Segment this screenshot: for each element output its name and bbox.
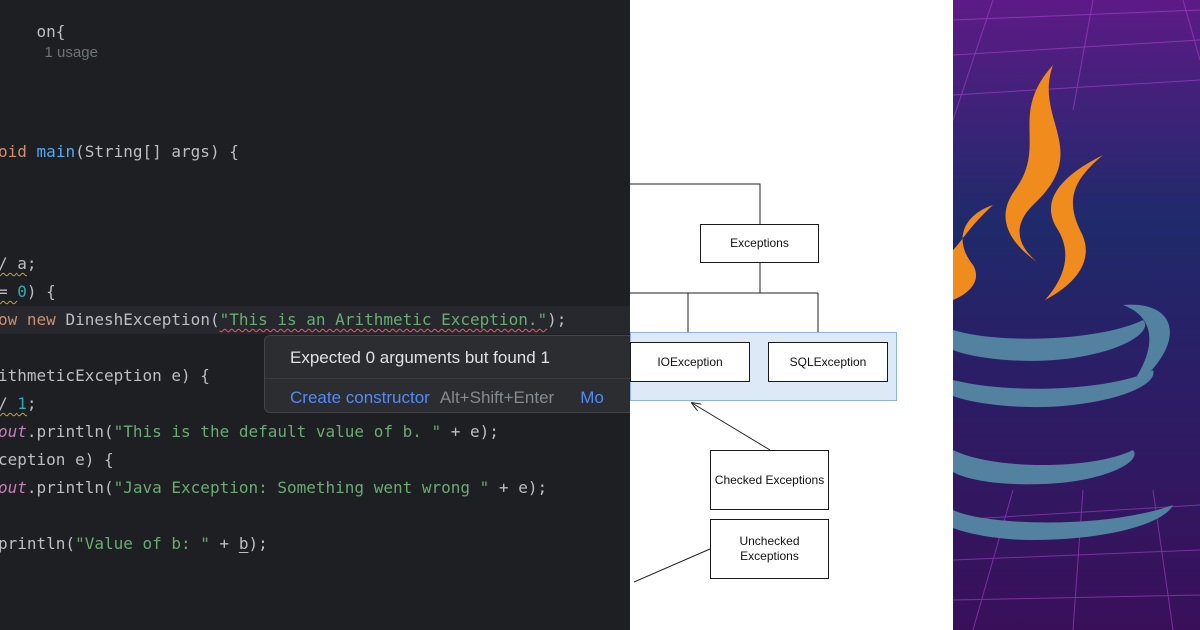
code-line-catch-generic[interactable]: ception e) { bbox=[0, 450, 114, 470]
code-line-division-2[interactable]: / 1; bbox=[0, 394, 37, 414]
more-actions-link[interactable]: Mo bbox=[580, 388, 604, 407]
shortcut-hint: Alt+Shift+Enter bbox=[439, 388, 555, 407]
error-tooltip-popup: Expected 0 arguments but found 1 Create … bbox=[264, 335, 630, 413]
code-line-condition[interactable]: = 0) { bbox=[0, 282, 56, 302]
string-literal: "Java Exception: Something went wrong " bbox=[113, 478, 490, 497]
code-editor[interactable]: on{ 1 usage oid main(String[] args) { / … bbox=[0, 0, 630, 630]
code-line-1[interactable]: on{ 1 usage bbox=[0, 2, 98, 83]
number-literal: 1 bbox=[17, 394, 27, 413]
statement-end: + e); bbox=[489, 478, 548, 497]
keyword-void: oid bbox=[0, 142, 27, 161]
unchecked-label-line-1: Unchecked bbox=[739, 534, 800, 548]
create-constructor-link[interactable]: Create constructor bbox=[290, 388, 430, 407]
method-params: (String[] args) { bbox=[75, 142, 239, 161]
error-message: Expected 0 arguments but found 1 bbox=[290, 348, 550, 367]
checked-exceptions-node: Checked Exceptions bbox=[710, 450, 829, 510]
operator: + bbox=[209, 534, 239, 553]
sqlexception-node: SQLException bbox=[768, 342, 888, 382]
semicolon: ; bbox=[26, 394, 37, 413]
class-declaration-tail: on{ bbox=[36, 22, 66, 41]
keyword-throw: ow bbox=[0, 310, 18, 329]
code-line-print-1[interactable]: out.println("This is the default value o… bbox=[0, 422, 499, 442]
string-literal: "This is the default value of b. " bbox=[113, 422, 442, 441]
string-literal: "Value of b: " bbox=[75, 534, 210, 553]
brace: ) { bbox=[26, 282, 56, 301]
keyword-new: new bbox=[26, 310, 56, 329]
field-out: out bbox=[0, 422, 27, 441]
catch-clause: ception e) { bbox=[0, 450, 114, 469]
code-line-division[interactable]: / a; bbox=[0, 254, 37, 274]
statement-end: ); bbox=[248, 534, 268, 553]
ioexception-node: IOException bbox=[630, 342, 750, 382]
java-logo-icon bbox=[953, 0, 1200, 630]
popup-divider bbox=[265, 378, 630, 379]
code-line-catch-arith[interactable]: ithmeticException e) { bbox=[0, 366, 210, 386]
popup-actions: Create constructor Alt+Shift+Enter Mo bbox=[290, 388, 604, 408]
code-line-throw[interactable]: ow new DineshException("This is an Arith… bbox=[0, 310, 566, 330]
method-call: .println( bbox=[26, 422, 114, 441]
field-out: out bbox=[0, 478, 27, 497]
operator: = bbox=[0, 282, 8, 301]
variable-a: a bbox=[17, 254, 27, 273]
string-literal-error[interactable]: "This is an Arithmetic Exception." bbox=[220, 310, 548, 329]
java-logo-panel bbox=[953, 0, 1200, 630]
method-name: main bbox=[36, 142, 76, 161]
method-call: println( bbox=[0, 534, 76, 553]
usage-hint[interactable]: 1 usage bbox=[45, 44, 98, 61]
semicolon: ; bbox=[26, 254, 37, 273]
statement-end: + e); bbox=[441, 422, 499, 441]
connector-parent-to-exceptions bbox=[630, 183, 761, 224]
code-line-print-2[interactable]: out.println("Java Exception: Something w… bbox=[0, 478, 547, 498]
operator: / bbox=[0, 394, 17, 413]
statement-end: ); bbox=[547, 310, 567, 329]
code-line-print-3[interactable]: println("Value of b: " + b); bbox=[0, 534, 268, 554]
catch-clause: ithmeticException e) { bbox=[0, 366, 210, 385]
exceptions-node: Exceptions bbox=[700, 224, 819, 263]
code-line-main[interactable]: oid main(String[] args) { bbox=[0, 142, 239, 162]
method-call: .println( bbox=[26, 478, 114, 497]
operator: / bbox=[0, 254, 17, 273]
unchecked-label-line-2: Exceptions bbox=[740, 549, 799, 563]
number-literal: 0 bbox=[17, 282, 27, 301]
unchecked-exceptions-node: Unchecked Exceptions bbox=[710, 519, 829, 579]
exception-hierarchy-diagram: Exceptions IOException SQLException Chec… bbox=[630, 0, 953, 630]
exception-class: DineshException( bbox=[65, 310, 220, 329]
